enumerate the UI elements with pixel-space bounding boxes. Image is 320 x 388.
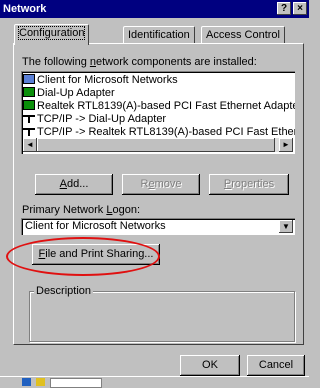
close-button[interactable]: ×	[293, 2, 307, 15]
cancel-button[interactable]: Cancel	[247, 355, 305, 376]
logon-label: Primary Network Logon:	[22, 204, 140, 216]
list-item[interactable]: Client for Microsoft Networks	[23, 74, 178, 87]
scroll-thumb[interactable]	[37, 138, 275, 152]
protocol-icon	[23, 126, 35, 136]
description-group: Description	[29, 285, 295, 342]
list-item[interactable]: TCP/IP -> Dial-Up Adapter	[23, 113, 166, 126]
chevron-down-icon[interactable]: ▼	[279, 220, 293, 233]
add-button[interactable]: Add...	[35, 174, 113, 195]
tab-access-control[interactable]: Access Control	[201, 26, 285, 44]
list-item[interactable]: Dial-Up Adapter	[23, 87, 115, 100]
description-legend: Description	[34, 285, 94, 297]
taskbar-field[interactable]	[50, 378, 102, 388]
window-title: Network	[3, 3, 47, 15]
protocol-icon	[23, 113, 35, 123]
client-icon	[23, 74, 35, 84]
components-list[interactable]: Client for Microsoft Networks Dial-Up Ad…	[21, 71, 295, 154]
scroll-right-icon[interactable]: ►	[279, 138, 293, 152]
help-button[interactable]: ?	[277, 2, 291, 15]
properties-button[interactable]: Properties	[209, 174, 289, 195]
ok-button[interactable]: OK	[180, 355, 240, 376]
title-bar: Network ? ×	[0, 0, 309, 18]
adapter-icon	[23, 100, 35, 110]
tab-configuration[interactable]: Configuration	[14, 24, 90, 45]
list-item[interactable]: Realtek RTL8139(A)-based PCI Fast Ethern…	[23, 100, 295, 113]
horizontal-scrollbar[interactable]: ◄ ►	[23, 138, 293, 152]
primary-logon-select[interactable]: Client for Microsoft Networks ▼	[21, 218, 295, 235]
tab-identification[interactable]: Identification	[123, 26, 195, 44]
adapter-icon	[23, 87, 35, 97]
remove-button[interactable]: Remove	[122, 174, 200, 195]
components-caption: The following network components are ins…	[22, 56, 257, 68]
scroll-left-icon[interactable]: ◄	[23, 138, 37, 152]
primary-logon-value: Client for Microsoft Networks	[25, 220, 166, 232]
red-highlight-ellipse	[6, 237, 160, 276]
